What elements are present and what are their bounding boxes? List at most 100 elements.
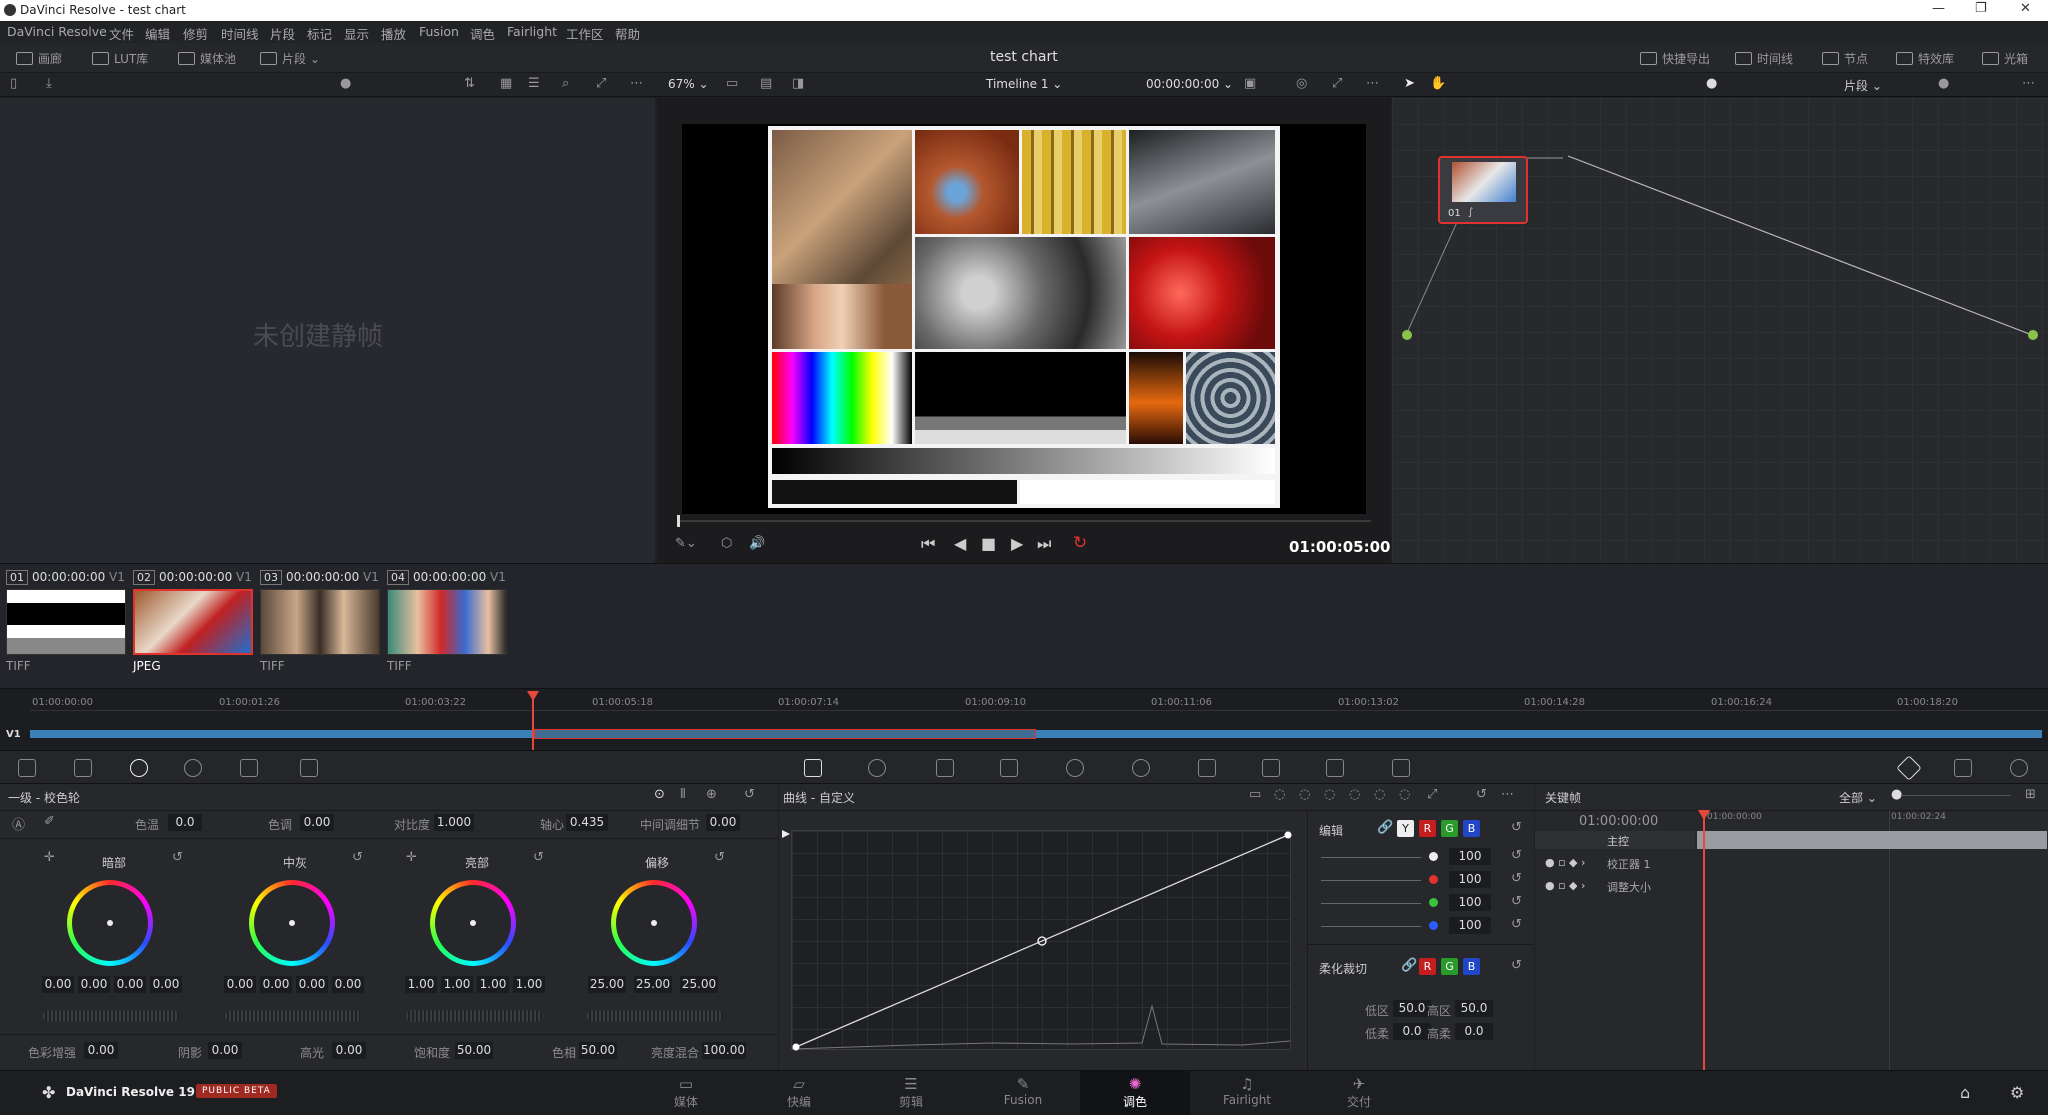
gain-master-slider[interactable] [406,1010,542,1022]
go-to-end-icon[interactable]: ⏭ [1037,534,1051,554]
lift-reset-icon[interactable]: ↺ [172,850,183,865]
edit-reset-icon[interactable]: ↺ [1511,820,1522,835]
channel-g-toggle[interactable]: G [1441,820,1458,837]
gamma-r-field[interactable]: 0.00 [260,976,292,993]
grid-view-icon[interactable]: ▦ [500,76,512,91]
curve-mode-icon[interactable]: ▭ [1249,787,1261,802]
wheels-mode-icon[interactable]: ⊙ [654,787,665,802]
blur-icon[interactable] [1262,759,1280,777]
saturation-field[interactable]: 50.00 [455,1042,493,1059]
minimize-button[interactable]: — [1932,1,1945,16]
motion-effects-icon[interactable] [300,759,318,777]
offset-wheel[interactable] [611,880,697,966]
r-intensity-field[interactable]: 100 [1449,871,1491,888]
r-intensity-handle[interactable] [1429,875,1438,884]
keyframe-zoom-track[interactable] [1901,795,2011,796]
offset-wheel-handle[interactable] [651,920,657,926]
b-intensity-field[interactable]: 100 [1449,917,1491,934]
go-to-start-icon[interactable]: ⏮ [921,534,935,554]
gallery-slider-dot[interactable]: ● [340,76,351,91]
color-warper-icon[interactable] [868,759,886,777]
rgb-mixer-icon[interactable] [240,759,258,777]
page-color[interactable]: ✺ 调色 [1080,1071,1190,1115]
menu-fairlight[interactable]: Fairlight [507,24,557,39]
shadows-field[interactable]: 0.00 [208,1042,242,1059]
keyframe-row-controls[interactable]: ● ▫ ◆ › [1545,856,1585,869]
tint-field[interactable]: 0.00 [300,814,334,831]
offset-g-field[interactable]: 25.00 [634,976,672,993]
settings-icon[interactable]: ⚙ [2010,1083,2024,1102]
track-clips[interactable] [30,730,2042,738]
color-wheels-icon[interactable] [130,759,148,777]
b-reset-icon[interactable]: ↺ [1511,917,1522,932]
media-pool-button[interactable]: 媒体池 [178,50,236,67]
log-mode-icon[interactable]: ⊕ [706,787,717,802]
gamma-master-slider[interactable] [225,1010,361,1022]
auto-balance-icon[interactable]: Ⓐ [12,814,25,833]
window-icon[interactable] [1066,759,1084,777]
eyedropper-icon[interactable]: ✎⌄ [675,536,697,551]
g-intensity-track[interactable] [1321,903,1421,904]
gain-r-field[interactable]: 1.00 [441,976,473,993]
gamma-b-field[interactable]: 0.00 [332,976,364,993]
gain-y-field[interactable]: 1.00 [405,976,437,993]
page-fusion[interactable]: ✎ Fusion [968,1071,1078,1115]
menu-trim[interactable]: 修剪 [183,24,208,43]
node-more-icon[interactable]: ⋯ [2022,76,2035,91]
node-slider-dot[interactable]: ● [1706,76,1717,91]
lum-mix-field[interactable]: 100.00 [702,1042,746,1059]
volume-icon[interactable]: 🔊 [749,536,765,551]
single-view-icon[interactable]: ▭ [726,76,738,91]
hand-icon[interactable]: ✋ [1430,76,1446,91]
soft-reset-icon[interactable]: ↺ [1511,958,1522,973]
curve-graph[interactable] [791,830,1292,1051]
high-field[interactable]: 50.0 [1455,1000,1493,1017]
b-intensity-track[interactable] [1321,926,1421,927]
clip-01[interactable]: 01 00:00:00:00 V1 TIFF [6,570,128,673]
viewer-scrubber[interactable] [677,520,1371,522]
pointer-icon[interactable]: ➤ [1404,76,1415,91]
link-icon[interactable]: 🔗 [1377,820,1393,835]
soft-r-toggle[interactable]: R [1419,958,1436,975]
keyframes-icon[interactable] [1896,755,1922,781]
timeline-toggle-button[interactable]: 时间线 [1735,50,1793,67]
sort-icon[interactable]: ⇅ [464,76,475,91]
gamma-wheel-handle[interactable] [289,920,295,926]
low-soft-field[interactable]: 0.0 [1393,1023,1431,1040]
zoom-select[interactable]: 67% ⌄ [668,77,709,91]
selected-clip-segment[interactable] [534,729,1036,739]
keyframe-options-icon[interactable]: ⊞ [2025,787,2036,802]
loop-icon[interactable]: ◎ [1296,76,1307,91]
g-intensity-handle[interactable] [1429,898,1438,907]
lum-sat-icon[interactable]: ◌ [1349,787,1360,802]
color-boost-field[interactable]: 0.00 [84,1042,118,1059]
node-01[interactable]: 01 ∫ [1438,156,1528,224]
sizing-icon[interactable] [1392,759,1410,777]
gamma-y-field[interactable]: 0.00 [224,976,256,993]
timecode-select[interactable]: 00:00:00:00 ⌄ [1146,77,1233,91]
offset-reset-icon[interactable]: ↺ [714,850,725,865]
gain-b-field[interactable]: 1.00 [513,976,545,993]
lift-picker-icon[interactable]: ✛ [44,850,55,865]
gain-wheel[interactable] [430,880,516,966]
info-icon[interactable] [2010,759,2028,777]
viewer-more-icon[interactable]: ⋯ [1366,76,1379,91]
keyframe-master-track[interactable] [1697,831,2047,849]
tracker-icon[interactable] [1132,759,1150,777]
clip-03[interactable]: 03 00:00:00:00 V1 TIFF [260,570,382,673]
reset-all-icon[interactable]: ↺ [744,787,755,802]
temp-field[interactable]: 0.0 [168,814,202,831]
camera-raw-icon[interactable] [18,759,36,777]
r-intensity-track[interactable] [1321,880,1421,881]
close-button[interactable]: ✕ [2020,1,2031,16]
menu-mark[interactable]: 标记 [307,24,332,43]
page-media[interactable]: ▭ 媒体 [631,1071,741,1115]
effects-button[interactable]: 特效库 [1896,50,1954,67]
loop-playback-icon[interactable]: ↻ [1073,533,1087,553]
source-input-dot[interactable] [1402,330,1412,340]
stop-icon[interactable]: ■ [981,534,996,553]
gallery-button[interactable]: 画廊 [16,50,62,67]
curves-reset-icon[interactable]: ↺ [1476,787,1487,802]
keyframe-playhead[interactable] [1703,812,1705,1070]
menu-davinci[interactable]: DaVinci Resolve [7,24,107,39]
